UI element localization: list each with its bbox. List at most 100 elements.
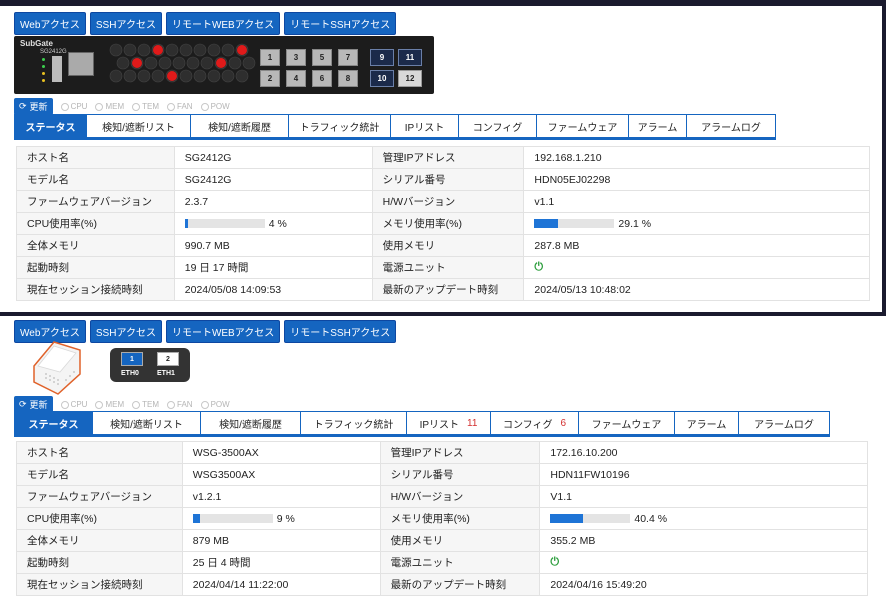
sfp-port-10[interactable]: 10 bbox=[370, 70, 394, 87]
serial-value: HDN11FW10196 bbox=[539, 463, 868, 486]
indicator-label: POW bbox=[210, 400, 230, 409]
lan-port-7[interactable]: 7 bbox=[338, 49, 358, 66]
tab-alarm-log[interactable]: アラームログ bbox=[686, 114, 776, 138]
tab-label: 検知/遮断リスト bbox=[102, 122, 175, 134]
eth-port-1[interactable]: 1 bbox=[121, 352, 143, 366]
table-row: CPU使用率(%) 9 % メモリ使用率(%) 40.4 % bbox=[16, 507, 868, 530]
table-row: 起動時刻 25 日 4 時間 電源ユニット ⏻ bbox=[16, 551, 868, 574]
tab-traffic-stats[interactable]: トラフィック統計 bbox=[300, 411, 406, 435]
pow-indicator: POW bbox=[200, 400, 230, 409]
remote-ssh-access-button[interactable]: リモートSSHアクセス bbox=[284, 320, 397, 343]
firmware-value: 2.3.7 bbox=[173, 190, 373, 213]
tab-firmware[interactable]: ファームウェア bbox=[536, 114, 628, 138]
device-graphic bbox=[33, 341, 81, 395]
ip-list-count-badge: 11 bbox=[467, 417, 478, 429]
sfp-port-11[interactable]: 11 bbox=[398, 49, 422, 66]
lan-port-6[interactable]: 6 bbox=[312, 70, 332, 87]
console-port bbox=[68, 52, 94, 76]
tab-ip-list[interactable]: IPリスト bbox=[390, 114, 458, 138]
tab-label: コンフィグ bbox=[472, 122, 523, 134]
last-update-label: 最新のアップデート時刻 bbox=[371, 278, 525, 301]
tab-config[interactable]: コンフィグ 6 bbox=[490, 411, 578, 435]
table-row: 全体メモリ 879 MB 使用メモリ 355.2 MB bbox=[16, 529, 868, 552]
tab-detection-list[interactable]: 検知/遮断リスト bbox=[86, 114, 190, 138]
last-update-label: 最新のアップデート時刻 bbox=[379, 573, 541, 596]
fan-indicator: FAN bbox=[167, 102, 193, 111]
serial-label: シリアル番号 bbox=[371, 168, 525, 191]
status-table: ホスト名 SG2412G 管理IPアドレス 192.168.1.210 モデル名… bbox=[16, 146, 870, 301]
mem-usage-cell: 40.4 % bbox=[539, 507, 868, 530]
tab-detection-history[interactable]: 検知/遮断履歴 bbox=[190, 114, 288, 138]
hw-version-value: v1.1 bbox=[523, 190, 870, 213]
indicator-dot-icon bbox=[60, 400, 69, 409]
indicator-label: TEM bbox=[142, 400, 160, 409]
remote-web-access-button[interactable]: リモートWEBアクセス bbox=[165, 320, 281, 343]
total-memory-label: 全体メモリ bbox=[16, 529, 183, 552]
lan-port-2[interactable]: 2 bbox=[260, 70, 280, 87]
tab-label: アラーム bbox=[637, 122, 678, 134]
tab-config[interactable]: コンフィグ bbox=[458, 114, 536, 138]
usb-port bbox=[52, 56, 62, 82]
hostname-label: ホスト名 bbox=[16, 441, 183, 464]
eth-port-2[interactable]: 2 bbox=[157, 352, 179, 366]
refresh-label: 更新 bbox=[29, 102, 48, 112]
last-update-value: 2024/05/13 10:48:02 bbox=[523, 278, 870, 301]
total-memory-label: 全体メモリ bbox=[16, 234, 175, 257]
lan-port-8[interactable]: 8 bbox=[338, 70, 358, 87]
total-memory-value: 879 MB bbox=[181, 529, 381, 552]
indicator-dot-icon bbox=[167, 102, 176, 111]
tab-firmware[interactable]: ファームウェア bbox=[578, 411, 674, 435]
tab-label: ファームウェア bbox=[591, 419, 662, 431]
lan-port-1[interactable]: 1 bbox=[260, 49, 280, 66]
tab-label: ファームウェア bbox=[547, 122, 618, 134]
indicator-label: TEM bbox=[142, 102, 160, 111]
tem-indicator: TEM bbox=[132, 400, 159, 409]
tab-label: 検知/遮断リスト bbox=[110, 419, 183, 431]
tab-label: トラフィック統計 bbox=[313, 419, 394, 431]
status-led bbox=[42, 58, 45, 61]
used-memory-value: 355.2 MB bbox=[539, 529, 868, 552]
cpu-indicator: CPU bbox=[60, 102, 87, 111]
eth-port-label: ETH1 bbox=[157, 370, 175, 377]
tem-indicator: TEM bbox=[132, 102, 159, 111]
cpu-indicator: CPU bbox=[60, 400, 87, 409]
tab-detection-list[interactable]: 検知/遮断リスト bbox=[92, 411, 200, 435]
lan-port-4[interactable]: 4 bbox=[286, 70, 306, 87]
indicator-dot-icon bbox=[200, 400, 209, 409]
tab-alarm[interactable]: アラーム bbox=[674, 411, 738, 435]
ssh-access-button[interactable]: SSHアクセス bbox=[89, 12, 162, 35]
sfp-port-9[interactable]: 9 bbox=[370, 49, 394, 66]
tab-detection-history[interactable]: 検知/遮断履歴 bbox=[200, 411, 300, 435]
refresh-button[interactable]: ⟳ 更新 bbox=[14, 98, 53, 115]
mgmt-ip-label: 管理IPアドレス bbox=[379, 441, 541, 464]
panel-frame bbox=[882, 0, 886, 312]
access-button-row: Webアクセス SSHアクセス リモートWEBアクセス リモートSSHアクセス bbox=[14, 12, 397, 35]
remote-ssh-access-button[interactable]: リモートSSHアクセス bbox=[284, 12, 397, 35]
status-led bbox=[42, 65, 45, 68]
tab-traffic-stats[interactable]: トラフィック統計 bbox=[288, 114, 390, 138]
mem-usage-value: 29.1 % bbox=[618, 217, 652, 230]
tab-status[interactable]: ステータス bbox=[14, 114, 86, 138]
sfp-port-12[interactable]: 12 bbox=[398, 70, 422, 87]
tab-label: 検知/遮断履歴 bbox=[219, 419, 282, 431]
table-row: モデル名 SG2412G シリアル番号 HDN05EJ02298 bbox=[16, 168, 870, 191]
model-value: SG2412G bbox=[173, 168, 373, 191]
ssh-access-button[interactable]: SSHアクセス bbox=[89, 320, 162, 343]
lan-port-3[interactable]: 3 bbox=[286, 49, 306, 66]
web-access-button[interactable]: Webアクセス bbox=[14, 12, 86, 35]
table-row: 起動時刻 19 日 17 時間 電源ユニット ⏻ bbox=[16, 256, 870, 279]
table-row: ファームウェアバージョン 2.3.7 H/Wバージョン v1.1 bbox=[16, 190, 870, 213]
tab-status[interactable]: ステータス bbox=[14, 411, 92, 435]
tab-ip-list[interactable]: IPリスト 11 bbox=[406, 411, 490, 435]
config-count-badge: 6 bbox=[560, 417, 567, 429]
device-panel-wsg3500ax: Webアクセス SSHアクセス リモートWEBアクセス リモートSSHアクセス … bbox=[0, 316, 886, 602]
firmware-label: ファームウェアバージョン bbox=[16, 190, 175, 213]
pow-indicator: POW bbox=[200, 102, 230, 111]
session-time-label: 現在セッション接続時刻 bbox=[16, 278, 175, 301]
tab-alarm[interactable]: アラーム bbox=[628, 114, 686, 138]
psu-value: ⏻ bbox=[523, 256, 870, 279]
tab-alarm-log[interactable]: アラームログ bbox=[738, 411, 830, 435]
refresh-row: ⟳ 更新 CPU MEM TEM FAN POW bbox=[14, 98, 230, 115]
remote-web-access-button[interactable]: リモートWEBアクセス bbox=[165, 12, 281, 35]
lan-port-5[interactable]: 5 bbox=[312, 49, 332, 66]
